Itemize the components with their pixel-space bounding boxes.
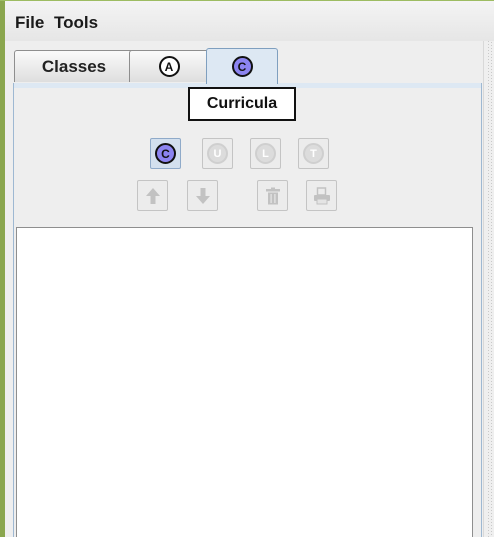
tab-a[interactable]: A [129, 50, 209, 82]
curricula-list[interactable] [16, 227, 473, 537]
tab-classes-label: Classes [41, 56, 107, 76]
tooltip: Curricula [188, 87, 296, 121]
l-circle-icon: L [255, 143, 276, 164]
tab-classes[interactable]: Classes [14, 50, 134, 82]
tab-c[interactable]: C [206, 48, 278, 84]
print-button[interactable] [306, 180, 337, 211]
u-view-button[interactable]: U [202, 138, 233, 169]
trash-icon [265, 187, 280, 204]
c-circle-icon: C [231, 56, 253, 77]
menu-tools[interactable]: Tools [54, 13, 98, 33]
menu-file[interactable]: File [15, 13, 44, 33]
a-circle-icon: A [158, 56, 180, 77]
t-circle-icon: T [303, 143, 324, 164]
print-icon [313, 186, 330, 204]
curricula-view-button[interactable]: C [150, 138, 181, 169]
c-circle-icon: C [155, 143, 176, 164]
move-down-button[interactable] [187, 180, 218, 211]
move-up-icon [145, 187, 160, 204]
t-view-button[interactable]: T [298, 138, 329, 169]
l-view-button[interactable]: L [250, 138, 281, 169]
tooltip-text: Curricula [206, 95, 278, 112]
move-down-icon [195, 187, 210, 204]
move-up-button[interactable] [137, 180, 168, 211]
split-pane-divider[interactable] [483, 41, 494, 537]
delete-button[interactable] [257, 180, 288, 211]
menu-bar: File Tools [5, 1, 494, 41]
u-circle-icon: U [207, 143, 228, 164]
